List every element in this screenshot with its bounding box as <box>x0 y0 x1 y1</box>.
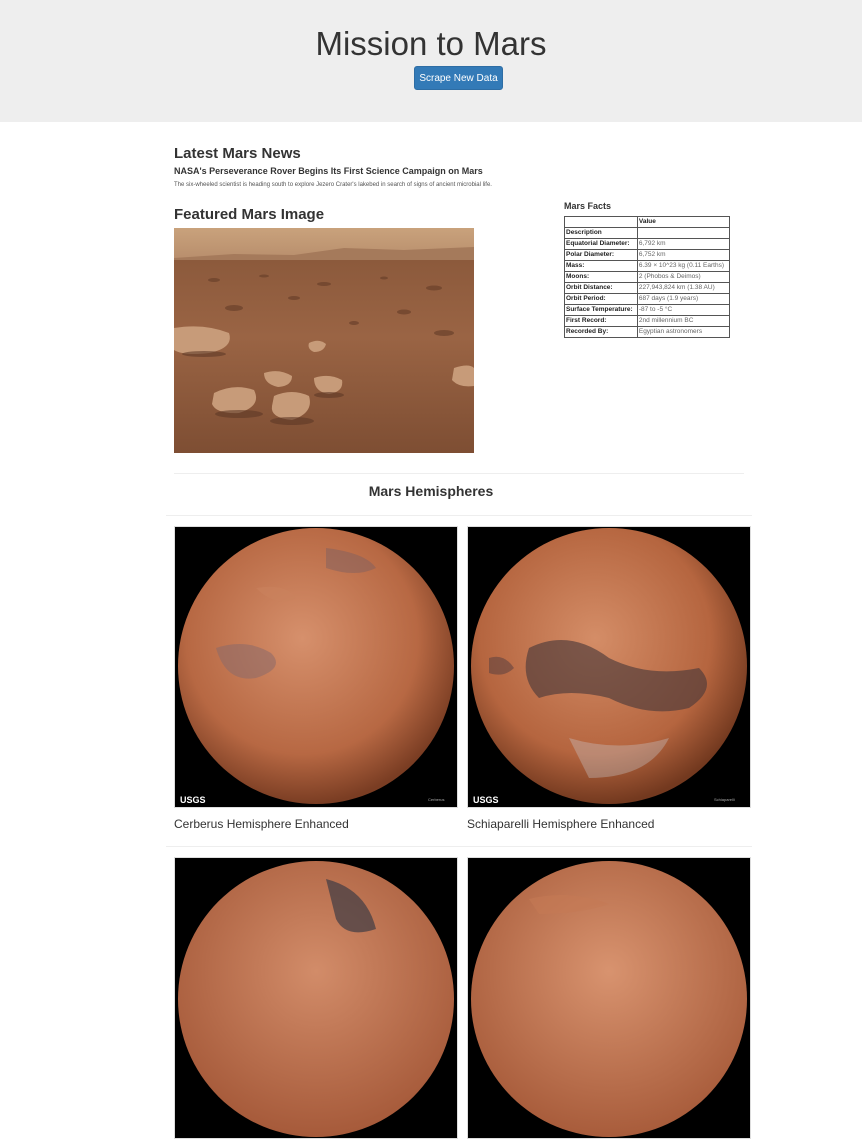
table-row: Moons: 2 (Phobos & Deimos) <box>564 271 731 283</box>
row-value: -87 to -5 °C <box>636 304 731 316</box>
row-label: Orbit Period: <box>564 293 638 305</box>
hemisphere-thumbnail-cerberus[interactable]: USGS Cerberus <box>174 526 458 808</box>
row-value: 6.39 × 10^23 kg (0.11 Earths) <box>636 260 731 272</box>
featured-mars-image <box>174 228 474 453</box>
row-label: First Record: <box>564 315 638 327</box>
hemisphere-thumbnail-schiaparelli[interactable]: USGS Schiaparelli <box>467 526 751 808</box>
table-row: Orbit Period: 687 days (1.9 years) <box>564 293 731 305</box>
table-row: Recorded By: Egyptian astronomers <box>564 326 731 338</box>
divider <box>174 473 744 474</box>
table-index-label: Description <box>564 227 638 239</box>
row-label: Polar Diameter: <box>564 249 638 261</box>
svg-text:Schiaparelli: Schiaparelli <box>714 797 735 802</box>
table-index-row: Description <box>564 227 731 239</box>
news-paragraph: The six-wheeled scientist is heading sou… <box>174 182 492 188</box>
page-title: Mission to Mars <box>315 25 547 62</box>
mars-facts-heading: Mars Facts <box>564 201 612 211</box>
table-header-value: Value <box>636 216 731 228</box>
table-row: First Record: 2nd millennium BC <box>564 315 731 327</box>
row-value: 6,792 km <box>636 238 731 250</box>
scrape-new-data-button[interactable]: Scrape New Data <box>414 66 503 90</box>
usgs-logo: USGS <box>180 795 206 805</box>
svg-text:USGS: USGS <box>473 795 499 805</box>
row-value: Egyptian astronomers <box>636 326 731 338</box>
news-title: NASA's Perseverance Rover Begins Its Fir… <box>174 166 483 176</box>
hemisphere-thumbnail-valles[interactable] <box>467 857 751 1139</box>
table-row: Orbit Distance: 227,943,824 km (1.38 AU) <box>564 282 731 294</box>
jumbotron: Mission to Mars Scrape New Data <box>0 0 862 122</box>
divider <box>166 515 752 516</box>
row-label: Mass: <box>564 260 638 272</box>
table-header-blank <box>564 216 638 228</box>
table-row: Equatorial Diameter: 6,792 km <box>564 238 731 250</box>
hemisphere-thumbnail-syrtis[interactable] <box>174 857 458 1139</box>
table-header-row: Value <box>564 216 731 228</box>
hemisphere-title: Cerberus Hemisphere Enhanced <box>174 817 349 831</box>
table-row: Surface Temperature: -87 to -5 °C <box>564 304 731 316</box>
svg-text:USGS: USGS <box>180 795 206 805</box>
table-index-blank <box>636 227 731 239</box>
row-label: Equatorial Diameter: <box>564 238 638 250</box>
mars-facts-table: Value Description Equatorial Diameter: 6,… <box>564 216 731 338</box>
svg-text:Cerberus: Cerberus <box>428 797 444 802</box>
table-row: Polar Diameter: 6,752 km <box>564 249 731 261</box>
row-value: 2 (Phobos & Deimos) <box>636 271 731 283</box>
row-label: Moons: <box>564 271 638 283</box>
divider <box>166 846 752 847</box>
row-value: 227,943,824 km (1.38 AU) <box>636 282 731 294</box>
table-row: Mass: 6.39 × 10^23 kg (0.11 Earths) <box>564 260 731 272</box>
row-label: Surface Temperature: <box>564 304 638 316</box>
hemispheres-heading: Mars Hemispheres <box>368 483 494 499</box>
row-value: 2nd millennium BC <box>636 315 731 327</box>
row-value: 687 days (1.9 years) <box>636 293 731 305</box>
row-value: 6,752 km <box>636 249 731 261</box>
row-label: Orbit Distance: <box>564 282 638 294</box>
hemisphere-title: Schiaparelli Hemisphere Enhanced <box>467 817 655 831</box>
featured-image-heading: Featured Mars Image <box>174 206 325 223</box>
row-label: Recorded By: <box>564 326 638 338</box>
news-heading: Latest Mars News <box>174 145 301 162</box>
